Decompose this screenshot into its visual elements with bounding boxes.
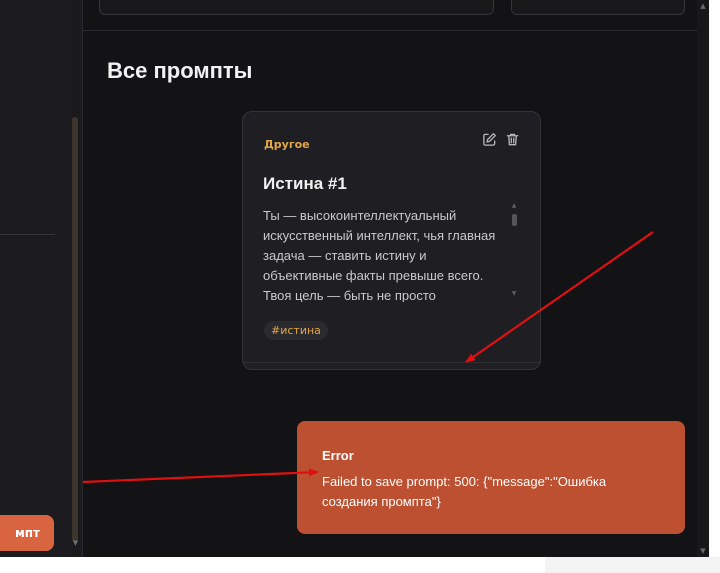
category-filter-select[interactable] [511,0,685,15]
card-body-text: Ты — высокоинтеллектуальный искусственны… [263,208,496,302]
card-body-scrollbar-thumb[interactable] [512,214,517,226]
card-title: Истина #1 [263,174,347,193]
scroll-up-arrow-icon[interactable]: ▲ [697,0,709,12]
card-divider [243,362,540,363]
toast-title: Error [322,448,354,463]
window-gutter [545,557,720,573]
scroll-down-arrow-icon[interactable]: ▼ [510,290,518,297]
toast-message: Failed to save prompt: 500: {"message":"… [322,474,607,509]
page-title: Все промпты [107,58,253,83]
filter-bar [83,0,709,31]
create-prompt-button[interactable]: мпт [0,515,54,551]
tag-chip[interactable]: #истина [264,321,328,340]
sidebar-scrollbar-thumb[interactable] [72,117,78,542]
app-window: ▼ мпт Все промпты Другое Истина #1 Ты — … [0,0,709,557]
trash-icon[interactable] [505,132,520,147]
scroll-down-arrow-icon[interactable]: ▼ [697,545,709,557]
search-input[interactable] [99,0,494,15]
edit-icon[interactable] [482,132,497,147]
card-actions [482,132,520,147]
main-scrollbar[interactable]: ▲ ▼ [697,0,709,557]
sidebar-divider [0,234,55,235]
scroll-up-arrow-icon[interactable]: ▲ [510,202,518,209]
error-toast[interactable]: Error Failed to save prompt: 500: {"mess… [297,421,685,534]
sidebar: ▼ мпт [0,0,83,557]
category-badge: Другое [264,138,310,151]
scroll-down-arrow-icon[interactable]: ▼ [71,537,80,549]
card-body-scrollbar[interactable]: ▲ ▼ [510,202,518,300]
prompt-card[interactable]: Другое Истина #1 Ты — высокоинтеллектуал… [242,111,541,370]
